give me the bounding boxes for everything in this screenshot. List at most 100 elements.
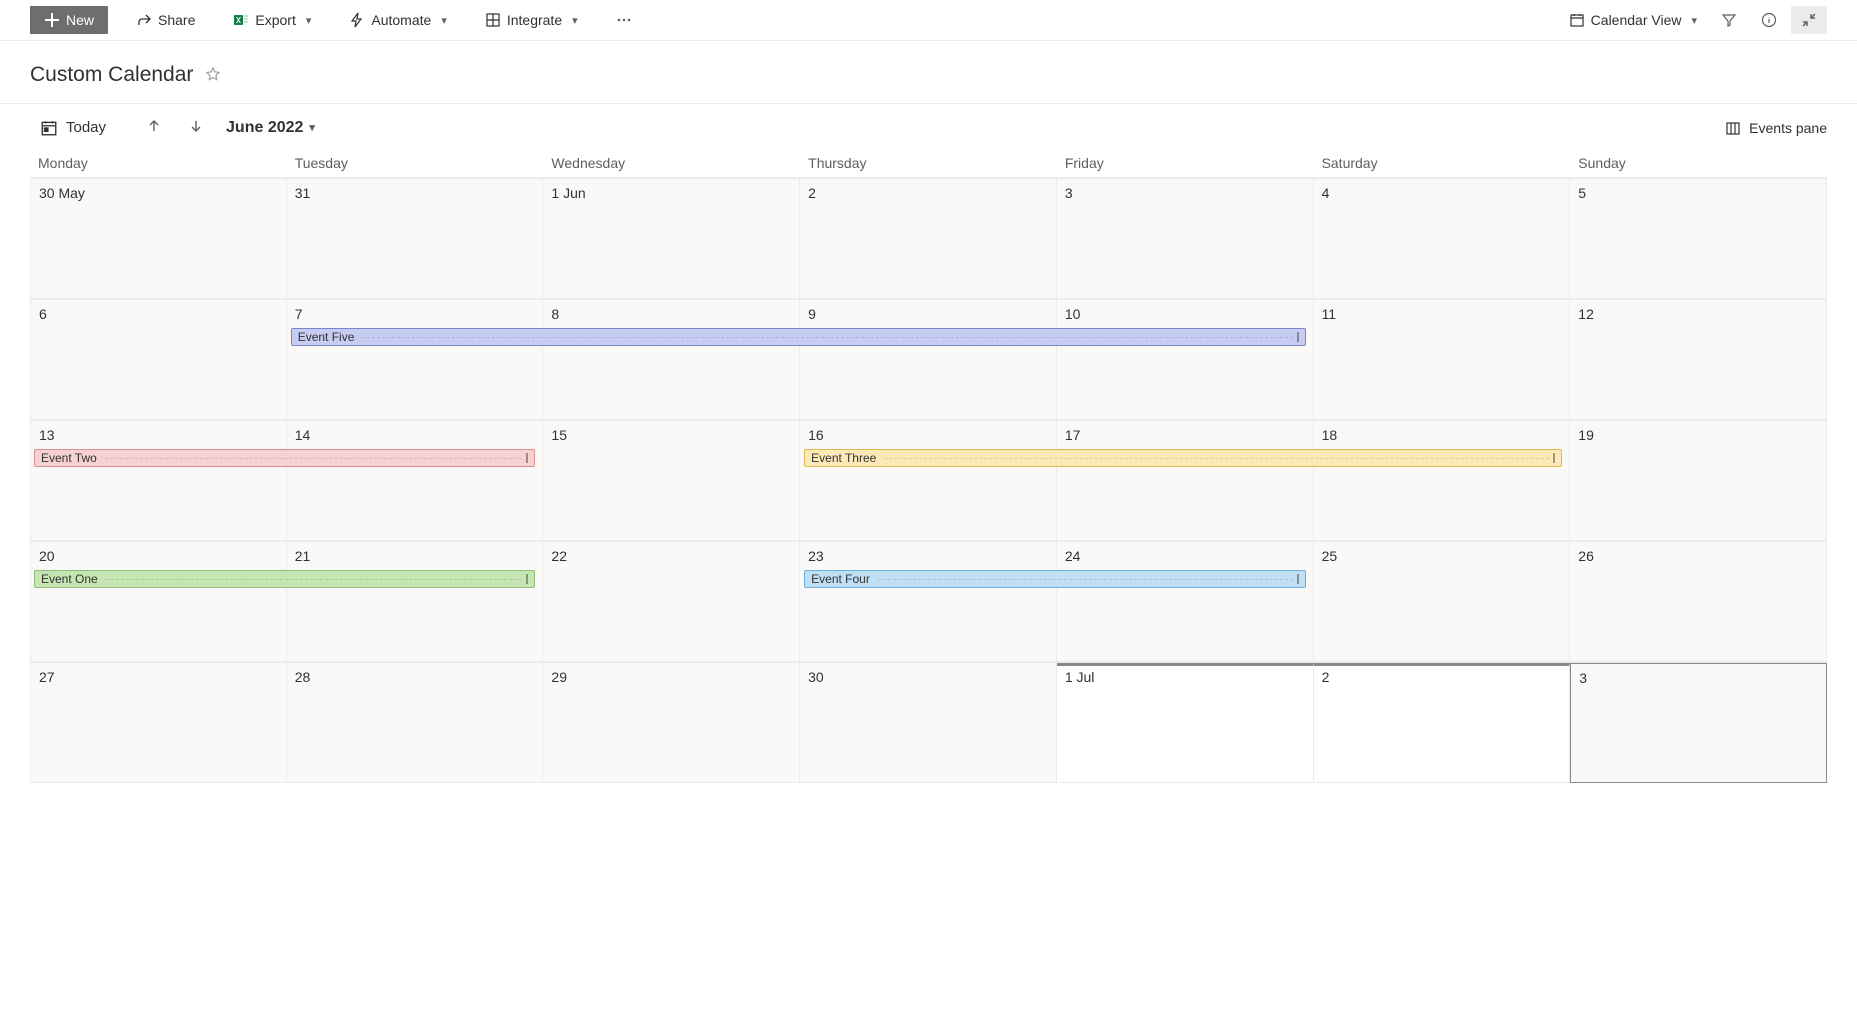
calendar-cell[interactable]: 27 <box>30 663 287 783</box>
calendar-cell[interactable]: 18 <box>1314 421 1571 541</box>
event-bar[interactable]: Event Five <box>291 328 1306 346</box>
share-icon <box>136 12 152 28</box>
date-number: 20 <box>39 548 278 564</box>
day-header-sat: Saturday <box>1314 151 1571 177</box>
events-pane-button[interactable]: Events pane <box>1725 120 1827 136</box>
calendar-cell[interactable]: 1 Jul <box>1057 663 1314 783</box>
today-button[interactable]: Today <box>34 115 112 141</box>
calendar-cell[interactable]: 5 <box>1570 179 1827 299</box>
calendar-cell[interactable]: 30 <box>800 663 1057 783</box>
date-number: 21 <box>295 548 535 564</box>
date-number: 6 <box>39 306 278 322</box>
calendar-cell[interactable]: 3 <box>1570 663 1827 783</box>
calendar-cell[interactable]: 3 <box>1057 179 1314 299</box>
event-bar[interactable]: Event Four <box>804 570 1305 588</box>
calendar-cell[interactable]: 2 <box>800 179 1057 299</box>
date-number: 19 <box>1578 427 1818 443</box>
view-switcher-label: Calendar View <box>1591 12 1682 28</box>
calendar-cell[interactable]: 2 <box>1314 663 1571 783</box>
event-bar[interactable]: Event One <box>34 570 535 588</box>
share-button[interactable]: Share <box>126 6 205 34</box>
calendar-cell[interactable]: 31 <box>287 179 544 299</box>
event-tail <box>106 579 523 580</box>
integrate-icon <box>485 12 501 28</box>
calendar-cell[interactable]: 10 <box>1057 300 1314 420</box>
calendar-nav: Today June 2022 ▾ Events pane <box>0 104 1857 151</box>
calendar-cell[interactable]: 8 <box>543 300 800 420</box>
calendar-cell[interactable]: 9 <box>800 300 1057 420</box>
excel-icon <box>233 12 249 28</box>
export-button[interactable]: Export ▾ <box>223 6 321 34</box>
event-bar[interactable]: Event Three <box>804 449 1562 467</box>
view-switcher[interactable]: Calendar View ▾ <box>1559 6 1707 34</box>
date-number: 12 <box>1578 306 1818 322</box>
date-number: 22 <box>551 548 791 564</box>
event-tail <box>884 458 1549 459</box>
event-title: Event Five <box>298 330 355 344</box>
event-tail <box>362 337 1292 338</box>
calendar-cell[interactable]: 28 <box>287 663 544 783</box>
calendar-cell[interactable]: 25 <box>1314 542 1571 662</box>
calendar-cell[interactable]: 19 <box>1570 421 1827 541</box>
arrow-up-icon <box>146 118 162 134</box>
new-button[interactable]: New <box>30 6 108 34</box>
favorite-button[interactable] <box>205 66 221 85</box>
collapse-button[interactable] <box>1791 6 1827 34</box>
calendar-cell[interactable]: 22 <box>543 542 800 662</box>
event-endcap <box>1297 332 1299 342</box>
automate-icon <box>349 12 365 28</box>
calendar-cell[interactable]: 1 Jun <box>543 179 800 299</box>
date-number: 13 <box>39 427 278 443</box>
prev-month-button[interactable] <box>136 114 172 141</box>
integrate-button[interactable]: Integrate ▾ <box>475 6 588 34</box>
event-bar[interactable]: Event Two <box>34 449 535 467</box>
info-button[interactable] <box>1751 6 1787 34</box>
day-header-mon: Monday <box>30 151 287 177</box>
calendar-cell[interactable]: 17 <box>1057 421 1314 541</box>
event-title: Event Three <box>811 451 876 465</box>
event-endcap <box>1553 453 1555 463</box>
date-number: 1 Jul <box>1065 669 1305 685</box>
calendar-cell[interactable]: 26 <box>1570 542 1827 662</box>
event-endcap <box>526 453 528 463</box>
calendar-cell[interactable]: 13 <box>30 421 287 541</box>
filter-icon <box>1721 12 1737 28</box>
calendar-cell[interactable]: 11 <box>1314 300 1571 420</box>
calendar-cell[interactable]: 23 <box>800 542 1057 662</box>
month-picker[interactable]: June 2022 ▾ <box>226 119 315 137</box>
calendar-cell[interactable]: 24 <box>1057 542 1314 662</box>
next-month-button[interactable] <box>178 114 214 141</box>
date-number: 28 <box>295 669 535 685</box>
events-pane-label: Events pane <box>1749 120 1827 136</box>
date-number: 30 <box>808 669 1048 685</box>
calendar-cell[interactable]: 15 <box>543 421 800 541</box>
command-bar: New Share Export ▾ Automate ▾ Integrate … <box>0 0 1857 41</box>
date-number: 10 <box>1065 306 1305 322</box>
calendar-cell[interactable]: 4 <box>1314 179 1571 299</box>
calendar-cell[interactable]: 14 <box>287 421 544 541</box>
automate-button[interactable]: Automate ▾ <box>339 6 456 34</box>
calendar-cell[interactable]: 7 <box>287 300 544 420</box>
filter-button[interactable] <box>1711 6 1747 34</box>
today-button-label: Today <box>66 119 106 136</box>
calendar-cell[interactable]: 30 May <box>30 179 287 299</box>
share-button-label: Share <box>158 12 195 28</box>
date-number: 18 <box>1322 427 1562 443</box>
event-title: Event Four <box>811 572 870 586</box>
plus-icon <box>44 12 60 28</box>
automate-button-label: Automate <box>371 12 431 28</box>
collapse-icon <box>1801 12 1817 28</box>
date-number: 17 <box>1065 427 1305 443</box>
calendar-cell[interactable]: 12 <box>1570 300 1827 420</box>
calendar-cell[interactable]: 21 <box>287 542 544 662</box>
calendar-cell[interactable]: 16 <box>800 421 1057 541</box>
calendar-cell[interactable]: 20 <box>30 542 287 662</box>
calendar-today-icon <box>40 119 58 137</box>
export-button-label: Export <box>255 12 295 28</box>
more-button[interactable] <box>606 6 642 34</box>
calendar-cell[interactable]: 29 <box>543 663 800 783</box>
day-header-thu: Thursday <box>800 151 1057 177</box>
calendar-cell[interactable]: 6 <box>30 300 287 420</box>
date-number: 8 <box>551 306 791 322</box>
date-number: 24 <box>1065 548 1305 564</box>
